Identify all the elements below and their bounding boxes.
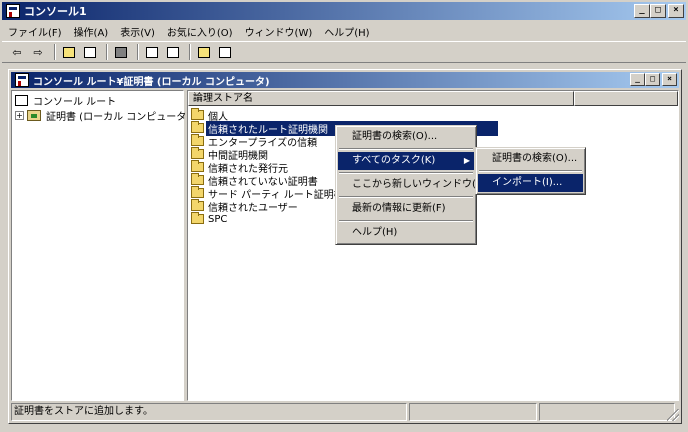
menu-item-new-window[interactable]: ここから新しいウィンドウ(W) <box>338 176 490 194</box>
menu-bar: ファイル(F) 操作(A) 表示(V) お気に入り(O) ウィンドウ(W) ヘル… <box>2 22 686 40</box>
tree-item-certificates[interactable]: + 証明書 (ローカル コンピュータ) <box>15 108 192 123</box>
menu-favorites[interactable]: お気に入り(O) <box>167 24 233 39</box>
list-item-label: SPC <box>208 213 228 225</box>
folder-icon <box>191 212 204 224</box>
export-list-button[interactable] <box>164 44 182 60</box>
folder-icon <box>191 186 204 198</box>
close-button[interactable]: × <box>668 4 684 18</box>
window-title-bar: コンソール1 _ □ × <box>2 2 686 20</box>
folder-icon <box>191 199 204 211</box>
column-header-store-name[interactable]: 論理ストア名 <box>188 91 574 106</box>
back-button[interactable]: ⇦ <box>8 44 26 60</box>
folder-icon <box>191 134 204 146</box>
properties-button[interactable] <box>143 44 161 60</box>
tree-expander[interactable]: + <box>15 110 24 120</box>
list-item[interactable]: SPC <box>191 212 229 226</box>
menu-item-refresh[interactable]: 最新の情報に更新(F) <box>338 200 474 218</box>
toolbar-separator <box>106 44 108 60</box>
folder-icon <box>191 121 204 133</box>
menu-action[interactable]: 操作(A) <box>74 24 109 39</box>
inner-close-button[interactable]: × <box>662 73 677 86</box>
export-list-icon <box>167 46 179 58</box>
status-text: 証明書をストアに追加します。 <box>11 403 407 421</box>
tree-item-console-root[interactable]: コンソール ルート <box>15 93 118 108</box>
help-icon <box>198 46 210 58</box>
console-view-button[interactable] <box>216 44 234 60</box>
help-button[interactable] <box>195 44 213 60</box>
maximize-button[interactable]: □ <box>650 4 666 18</box>
up-folder-button[interactable] <box>60 44 78 60</box>
submenu-all-tasks: 証明書の検索(O)... インポート(I)... <box>475 147 586 195</box>
tree-pane[interactable]: コンソール ルート + 証明書 (ローカル コンピュータ) <box>11 90 190 401</box>
console-view-icon <box>219 46 231 58</box>
resize-grip[interactable] <box>667 409 679 421</box>
status-panel-2 <box>409 403 537 421</box>
folder-icon <box>191 108 204 120</box>
show-tree-button[interactable] <box>81 44 99 60</box>
submenu-item-import[interactable]: インポート(I)... <box>478 174 583 192</box>
inner-window-title: コンソール ルート¥証明書 (ローカル コンピュータ) <box>33 76 270 88</box>
toolbar-separator <box>54 44 56 60</box>
mmc-app-icon <box>6 4 20 18</box>
menu-item-find-certificates[interactable]: 証明書の検索(O)... <box>338 128 474 146</box>
inner-maximize-button[interactable]: □ <box>645 73 660 86</box>
toolbar: ⇦ ⇨ <box>2 41 686 63</box>
delete-icon <box>115 46 127 58</box>
inner-window-buttons: _ □ × <box>630 73 677 86</box>
folder-icon <box>191 160 204 172</box>
submenu-arrow-icon: ▶ <box>463 156 470 165</box>
menu-separator <box>339 220 473 222</box>
properties-icon <box>146 46 158 58</box>
menu-separator <box>339 172 473 174</box>
menu-file[interactable]: ファイル(F) <box>8 24 62 39</box>
window-buttons: _ □ × <box>634 4 684 18</box>
menu-item-all-tasks[interactable]: すべてのタスク(K) ▶ <box>338 152 474 170</box>
status-bar: 証明書をストアに追加します。 <box>11 403 679 421</box>
toolbar-separator <box>189 44 191 60</box>
minimize-button[interactable]: _ <box>634 4 650 18</box>
column-header-empty[interactable] <box>574 91 678 106</box>
console-root-icon <box>15 94 28 106</box>
folder-icon <box>191 173 204 185</box>
menu-window[interactable]: ウィンドウ(W) <box>245 24 313 39</box>
up-folder-icon <box>63 46 75 58</box>
inner-title-bar: コンソール ルート¥証明書 (ローカル コンピュータ) _ □ × <box>11 72 679 88</box>
menu-separator <box>339 196 473 198</box>
context-menu: 証明書の検索(O)... すべてのタスク(K) ▶ ここから新しいウィンドウ(W… <box>335 125 490 245</box>
menu-separator <box>339 148 473 150</box>
menu-item-label: すべてのタスク(K) <box>352 155 436 166</box>
toolbar-separator <box>137 44 139 60</box>
delete-button[interactable] <box>112 44 130 60</box>
certificate-snapin-icon <box>27 109 41 121</box>
menu-view[interactable]: 表示(V) <box>120 24 155 39</box>
menu-separator <box>479 170 582 172</box>
tree-pane-icon <box>84 46 96 58</box>
console-window-icon <box>15 73 29 87</box>
tree-item-label: 証明書 (ローカル コンピュータ) <box>46 111 191 123</box>
tree-item-label: コンソール ルート <box>33 96 117 108</box>
forward-button[interactable]: ⇨ <box>29 44 47 60</box>
submenu-item-find-certificates[interactable]: 証明書の検索(O)... <box>478 150 583 168</box>
list-item[interactable]: 信頼されたユーザー <box>191 199 300 214</box>
window-title: コンソール1 <box>24 5 87 18</box>
menu-item-help[interactable]: ヘルプ(H) <box>338 224 474 242</box>
menu-help[interactable]: ヘルプ(H) <box>324 24 369 39</box>
status-panel-3 <box>539 403 675 421</box>
folder-icon <box>191 147 204 159</box>
console-root-window: コンソール ルート¥証明書 (ローカル コンピュータ) _ □ × コンソール … <box>8 69 682 424</box>
inner-minimize-button[interactable]: _ <box>630 73 645 86</box>
